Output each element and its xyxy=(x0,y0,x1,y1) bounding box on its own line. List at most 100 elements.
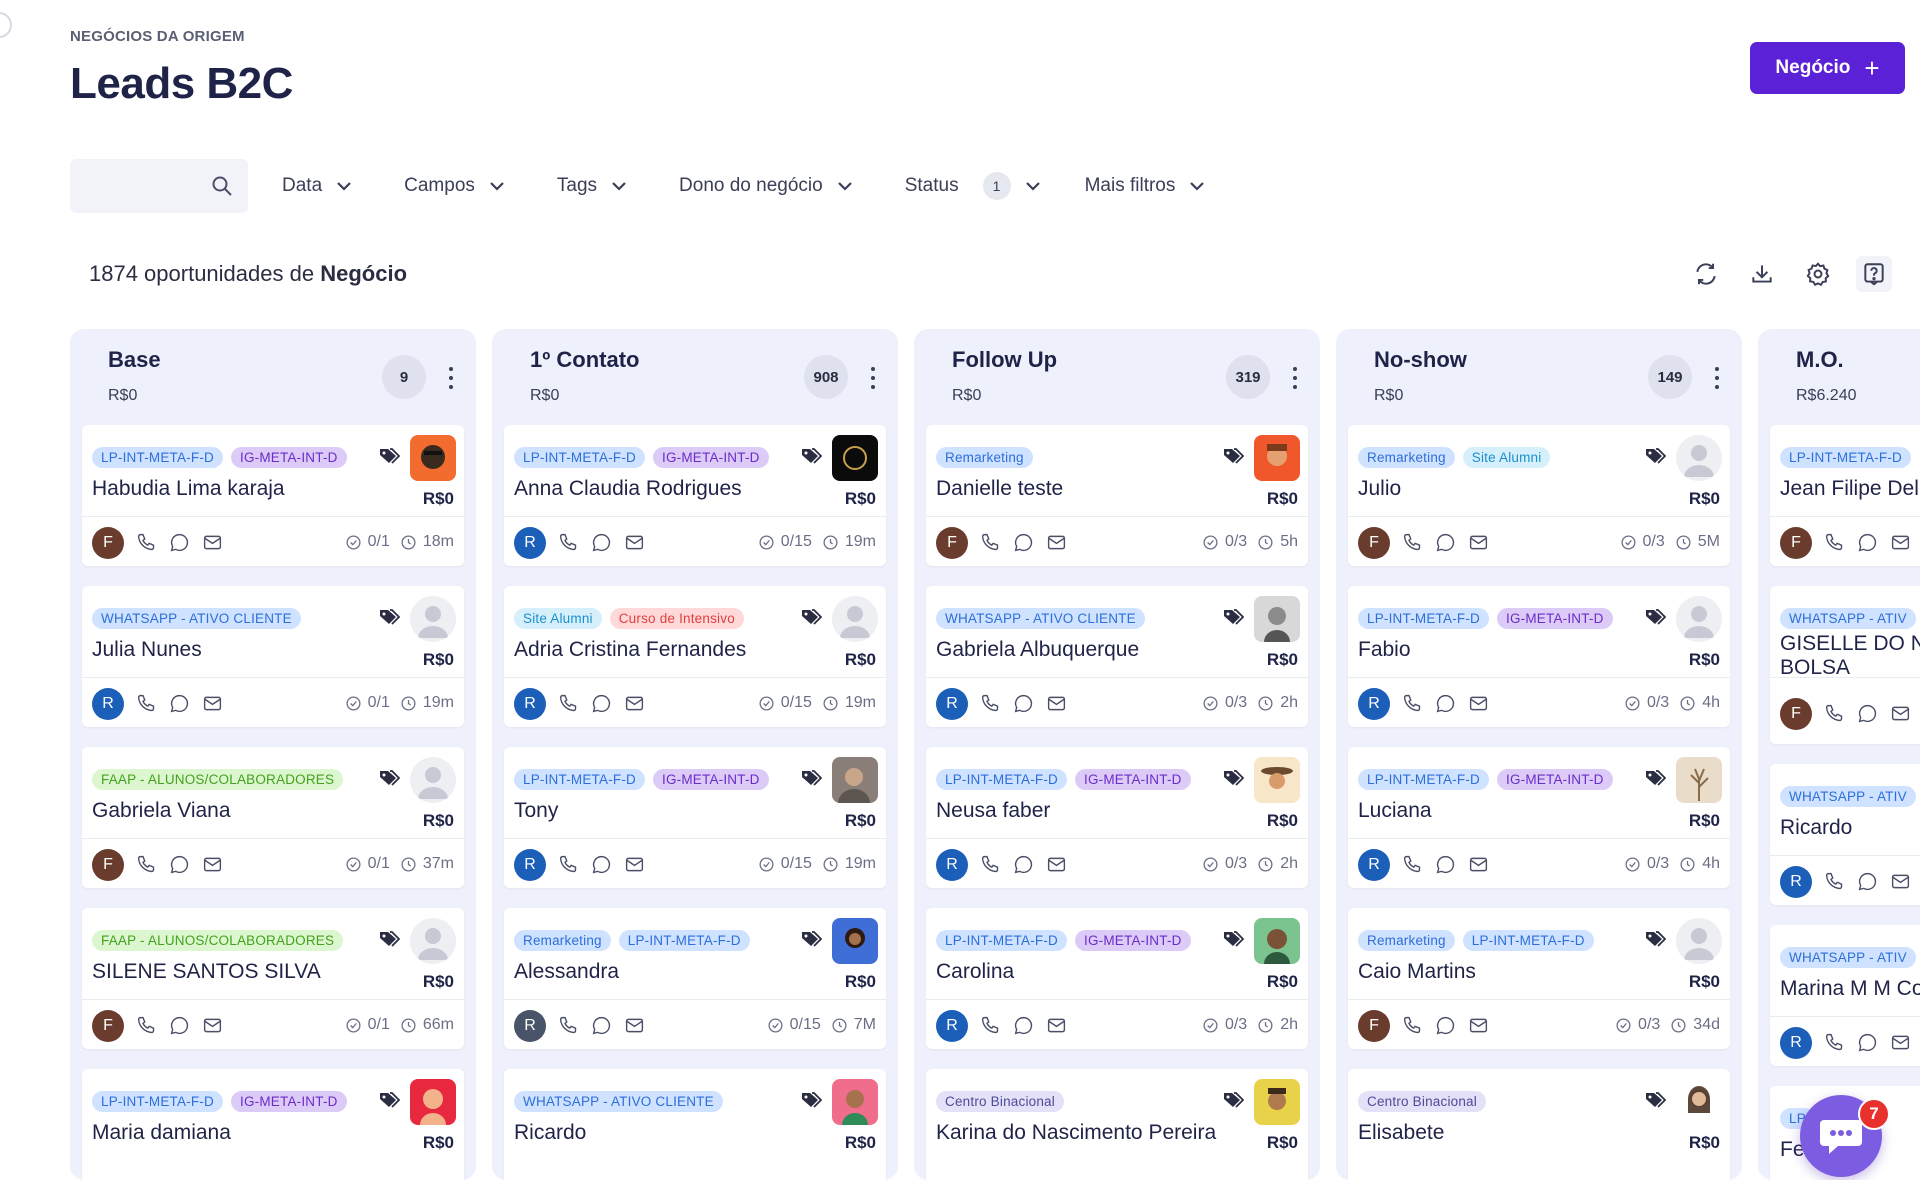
mail-button[interactable] xyxy=(1890,532,1911,558)
tags-icon[interactable] xyxy=(1222,608,1244,626)
mail-button[interactable] xyxy=(1468,532,1489,558)
deal-card[interactable]: WHATSAPP - ATIV GISELLE DO NASBOLSA F xyxy=(1770,586,1920,744)
tag-chip[interactable]: Remarketing xyxy=(1358,930,1455,951)
whatsapp-button[interactable] xyxy=(169,854,190,880)
owner-avatar[interactable]: R xyxy=(514,1010,546,1042)
deal-card[interactable]: FAAP - ALUNOS/COLABORADORES SILENE SANTOS… xyxy=(82,908,464,1049)
mail-button[interactable] xyxy=(202,693,223,719)
tags-icon[interactable] xyxy=(1222,1091,1244,1109)
tag-chip[interactable]: IG-META-INT-D xyxy=(231,1091,347,1112)
tag-chip[interactable]: LP-INT-META-F-D xyxy=(1780,447,1911,468)
phone-button[interactable] xyxy=(1824,532,1845,558)
settings-button[interactable] xyxy=(1800,256,1836,292)
deal-card[interactable]: Centro Binacional Elisabete R$0 xyxy=(1348,1069,1730,1180)
owner-avatar[interactable]: F xyxy=(1358,1010,1390,1042)
deal-card[interactable]: Remarketing LP-INT-META-F-D Caio Martins R$… xyxy=(1348,908,1730,1049)
deal-card[interactable]: LP-INT-META-F-D Jean Filipe Del F xyxy=(1770,425,1920,566)
phone-button[interactable] xyxy=(980,854,1001,880)
filter-campos[interactable]: Campos xyxy=(404,175,505,197)
tag-chip[interactable]: Centro Binacional xyxy=(936,1091,1064,1112)
tag-chip[interactable]: WHATSAPP - ATIVO CLIENTE xyxy=(514,1091,723,1112)
owner-avatar[interactable]: R xyxy=(1358,688,1390,720)
phone-button[interactable] xyxy=(1402,854,1423,880)
column-menu-button[interactable] xyxy=(1292,367,1298,389)
mail-button[interactable] xyxy=(624,693,645,719)
whatsapp-button[interactable] xyxy=(169,693,190,719)
tag-chip[interactable]: Site Alumni xyxy=(514,608,602,629)
deal-card[interactable]: FAAP - ALUNOS/COLABORADORES Gabriela Vian… xyxy=(82,747,464,888)
owner-avatar[interactable]: F xyxy=(92,527,124,559)
column-menu-button[interactable] xyxy=(870,367,876,389)
phone-button[interactable] xyxy=(136,532,157,558)
whatsapp-button[interactable] xyxy=(591,854,612,880)
deal-card[interactable]: WHATSAPP - ATIV Ricardo R xyxy=(1770,764,1920,905)
whatsapp-button[interactable] xyxy=(1435,854,1456,880)
tags-icon[interactable] xyxy=(1644,447,1666,465)
filter-dono[interactable]: Dono do negócio xyxy=(679,175,853,197)
tag-chip[interactable]: IG-META-INT-D xyxy=(1497,769,1613,790)
phone-button[interactable] xyxy=(1402,693,1423,719)
whatsapp-button[interactable] xyxy=(591,1015,612,1041)
tag-chip[interactable]: FAAP - ALUNOS/COLABORADORES xyxy=(92,930,344,951)
tags-icon[interactable] xyxy=(378,608,400,626)
phone-button[interactable] xyxy=(1402,532,1423,558)
refresh-button[interactable] xyxy=(1688,256,1724,292)
tag-chip[interactable]: LP-INT-META-F-D xyxy=(1462,930,1594,951)
whatsapp-button[interactable] xyxy=(1435,693,1456,719)
whatsapp-button[interactable] xyxy=(1435,1015,1456,1041)
owner-avatar[interactable]: R xyxy=(514,849,546,881)
deal-card[interactable]: Remarketing LP-INT-META-F-D Alessandra R$0 R… xyxy=(504,908,886,1049)
owner-avatar[interactable]: R xyxy=(514,527,546,559)
phone-button[interactable] xyxy=(980,532,1001,558)
mail-button[interactable] xyxy=(202,1015,223,1041)
download-button[interactable] xyxy=(1744,256,1780,292)
tag-chip[interactable]: Centro Binacional xyxy=(1358,1091,1486,1112)
deal-card[interactable]: LP-INT-META-F-D IG-META-INT-D Habudia Lima… xyxy=(82,425,464,566)
whatsapp-button[interactable] xyxy=(1857,871,1878,897)
deal-card[interactable]: Remarketing Site Alumni Julio R$0 F 0/3 5M xyxy=(1348,425,1730,566)
phone-button[interactable] xyxy=(558,1015,579,1041)
collapse-sidebar-handle[interactable] xyxy=(0,12,12,38)
tag-chip[interactable]: IG-META-INT-D xyxy=(653,769,769,790)
phone-button[interactable] xyxy=(136,854,157,880)
mail-button[interactable] xyxy=(202,532,223,558)
whatsapp-button[interactable] xyxy=(1857,532,1878,558)
owner-avatar[interactable]: R xyxy=(936,849,968,881)
column-menu-button[interactable] xyxy=(448,367,454,389)
tags-icon[interactable] xyxy=(1644,930,1666,948)
tag-chip[interactable]: LP-INT-META-F-D xyxy=(936,930,1067,951)
whatsapp-button[interactable] xyxy=(1857,703,1878,729)
tag-chip[interactable]: Remarketing xyxy=(936,447,1033,468)
phone-button[interactable] xyxy=(1824,703,1845,729)
tag-chip[interactable]: LP-INT-META-F-D xyxy=(618,930,750,951)
tag-chip[interactable]: IG-META-INT-D xyxy=(1497,608,1613,629)
tags-icon[interactable] xyxy=(378,930,400,948)
deal-card[interactable]: Site Alumni Curso de Intensivo Adria Crist… xyxy=(504,586,886,727)
tags-icon[interactable] xyxy=(1222,447,1244,465)
whatsapp-button[interactable] xyxy=(1857,1032,1878,1058)
tags-icon[interactable] xyxy=(800,769,822,787)
deal-card[interactable]: LP-INT-META-F-D IG-META-INT-D Anna Claudia… xyxy=(504,425,886,566)
tag-chip[interactable]: Site Alumni xyxy=(1462,447,1551,468)
tag-chip[interactable]: WHATSAPP - ATIV xyxy=(1780,786,1916,807)
phone-button[interactable] xyxy=(136,1015,157,1041)
deal-card[interactable]: LP-INT-META-F-D IG-META-INT-D Maria damian… xyxy=(82,1069,464,1180)
tag-chip[interactable]: FAAP - ALUNOS/COLABORADORES xyxy=(92,769,344,790)
phone-button[interactable] xyxy=(558,854,579,880)
tags-icon[interactable] xyxy=(800,447,822,465)
tags-icon[interactable] xyxy=(1644,608,1666,626)
tag-chip[interactable]: WHATSAPP - ATIV xyxy=(1780,947,1916,968)
phone-button[interactable] xyxy=(558,693,579,719)
whatsapp-button[interactable] xyxy=(1013,854,1034,880)
tags-icon[interactable] xyxy=(800,1091,822,1109)
tags-icon[interactable] xyxy=(1222,769,1244,787)
deal-card[interactable]: LP-INT-META-F-D IG-META-INT-D Tony R$0 R 0/15… xyxy=(504,747,886,888)
deal-card[interactable]: LP-INT-META-F-D IG-META-INT-D Carolina R$0 R… xyxy=(926,908,1308,1049)
tag-chip[interactable]: IG-META-INT-D xyxy=(1075,930,1191,951)
mail-button[interactable] xyxy=(624,854,645,880)
whatsapp-button[interactable] xyxy=(591,532,612,558)
phone-button[interactable] xyxy=(1402,1015,1423,1041)
filter-data[interactable]: Data xyxy=(282,175,352,197)
mail-button[interactable] xyxy=(1046,854,1067,880)
whatsapp-button[interactable] xyxy=(1013,1015,1034,1041)
